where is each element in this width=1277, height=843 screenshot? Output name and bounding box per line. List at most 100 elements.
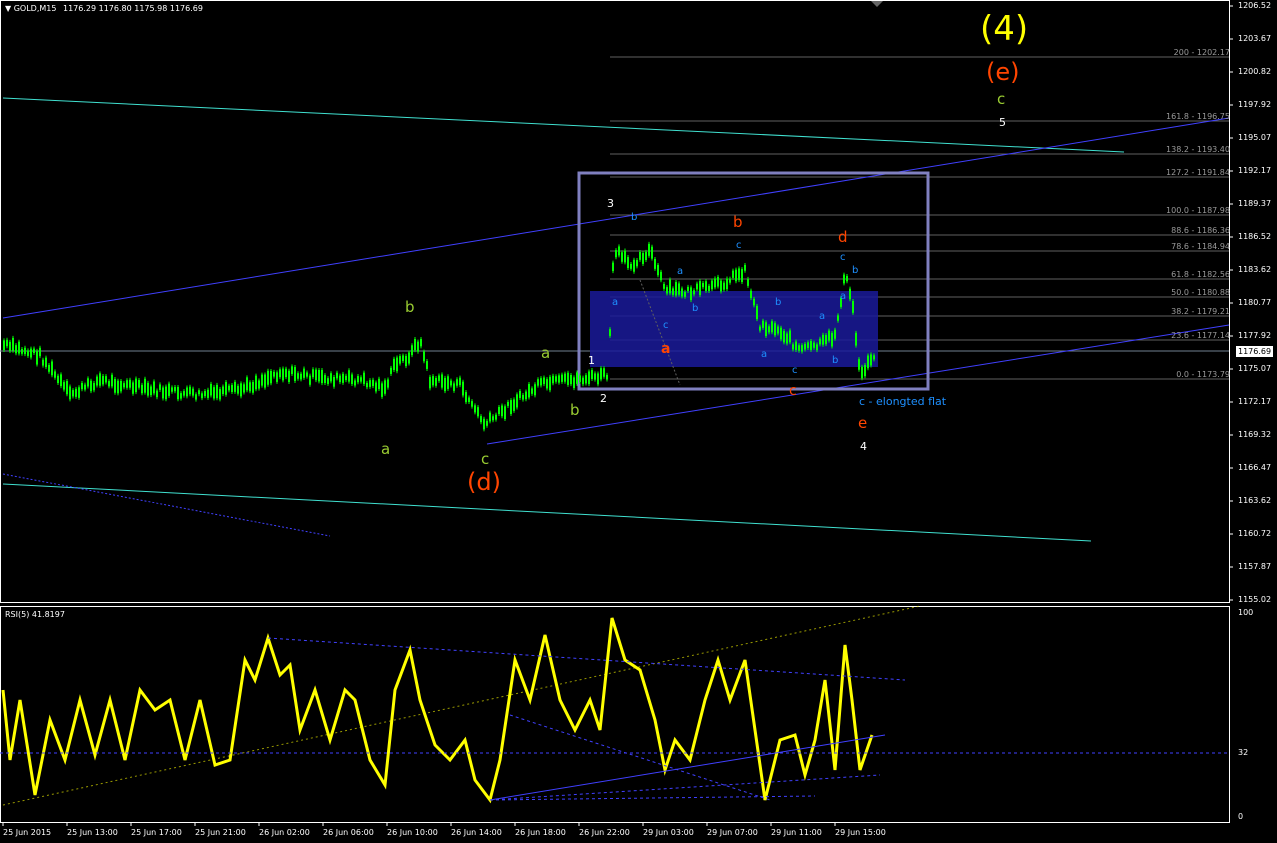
candle-body — [306, 372, 308, 377]
candle-body — [822, 334, 824, 345]
candle-body — [99, 373, 101, 386]
candle-body — [618, 246, 620, 256]
candle-body — [507, 401, 509, 406]
candle-body — [504, 406, 506, 420]
price-axis-label: 1175.07 — [1238, 364, 1272, 373]
candle-body — [312, 369, 314, 378]
candle-body — [60, 374, 62, 387]
price-axis-label: 1163.62 — [1238, 496, 1272, 505]
wave-label-red-b: b — [733, 213, 743, 231]
candle-body — [36, 350, 38, 365]
candle-body — [207, 389, 209, 398]
wave-label-a-mid: a — [541, 344, 551, 362]
price-axis-label: 1166.47 — [1238, 463, 1272, 472]
candle-body — [141, 384, 143, 394]
candle-body — [852, 300, 854, 313]
candle-body — [303, 368, 305, 378]
candle-body — [318, 370, 320, 382]
candle-body — [360, 377, 362, 382]
wave-label-blue-c: c — [663, 320, 669, 331]
candle-body — [786, 333, 788, 344]
wave-label-blue-c: c — [792, 365, 798, 376]
candle-body — [405, 355, 407, 367]
candle-body — [513, 399, 515, 411]
candle-body — [549, 376, 551, 391]
candle-body — [354, 380, 356, 386]
candle-body — [42, 359, 44, 366]
fib-level-label: 38.2 - 1179.21 — [1171, 307, 1230, 316]
candle-body — [759, 326, 761, 331]
candle-body — [768, 326, 770, 333]
candle-body — [552, 375, 554, 384]
price-axis-label: 1195.07 — [1238, 133, 1272, 142]
candle-body — [3, 340, 5, 350]
time-axis-label: 26 Jun 14:00 — [451, 828, 502, 837]
candle-body — [699, 281, 701, 296]
wave-label-red-c: c — [789, 383, 797, 399]
candle-body — [624, 250, 626, 263]
candle-body — [540, 378, 542, 386]
candle-body — [72, 390, 74, 397]
wave-label-blue-b: b — [631, 212, 638, 223]
candle-body — [258, 380, 260, 389]
candle-body — [135, 378, 137, 393]
wave-label-c-low: c — [481, 450, 490, 468]
candle-body — [612, 262, 614, 272]
time-axis-label: 29 Jun 15:00 — [835, 828, 886, 837]
price-axis-label: 1203.67 — [1238, 34, 1272, 43]
candle-body — [126, 380, 128, 388]
candle-body — [201, 393, 203, 399]
candle-body — [93, 383, 95, 391]
wave-label-blue-b: b — [775, 297, 782, 308]
candle-body — [546, 379, 548, 389]
candle-body — [483, 418, 485, 430]
candle-body — [123, 383, 125, 388]
candle-body — [297, 373, 299, 379]
wave-label-blue-a: a — [840, 291, 847, 302]
candle-body — [195, 394, 197, 400]
candle-body — [57, 375, 59, 384]
candle-body — [633, 259, 635, 272]
candle-body — [138, 380, 140, 388]
candle-body — [555, 376, 557, 382]
candle-body — [180, 393, 182, 399]
price-axis-label: 1192.17 — [1238, 166, 1272, 175]
candle-body — [543, 377, 545, 385]
candle-body — [711, 280, 713, 290]
candle-body — [339, 375, 341, 383]
candle-body — [531, 388, 533, 394]
candle-body — [429, 376, 431, 389]
dropdown-arrow-icon[interactable]: ▼ — [5, 4, 11, 13]
fib-level-label: 88.6 - 1186.36 — [1171, 226, 1230, 235]
candle-body — [369, 380, 371, 387]
candle-body — [300, 373, 302, 380]
price-axis-label: 1157.87 — [1238, 562, 1272, 571]
wave-label-blue-c: c — [840, 252, 846, 263]
candle-body — [291, 366, 293, 375]
candle-body — [582, 377, 584, 385]
candle-body — [861, 366, 863, 379]
candle-body — [411, 345, 413, 356]
candle-body — [723, 282, 725, 290]
candle-body — [255, 375, 257, 390]
symbol-header[interactable]: ▼ GOLD,M15 1176.29 1176.80 1175.98 1176.… — [5, 4, 203, 13]
candle-body — [387, 379, 389, 388]
price-axis-label: 1160.72 — [1238, 529, 1272, 538]
wave-label-blue-b: b — [692, 303, 699, 314]
candle-body — [15, 345, 17, 354]
candle-body — [681, 288, 683, 297]
candle-body — [498, 406, 500, 415]
candle-body — [90, 380, 92, 392]
candle-body — [615, 250, 617, 258]
candle-body — [279, 369, 281, 378]
candle-body — [243, 384, 245, 393]
candle-body — [192, 388, 194, 396]
candle-body — [222, 386, 224, 395]
ohlc-values: 1176.29 1176.80 1175.98 1176.69 — [63, 4, 203, 13]
candle-body — [735, 269, 737, 282]
candle-body — [144, 378, 146, 393]
candle-body — [627, 257, 629, 269]
candle-body — [726, 278, 728, 290]
price-axis-label: 1172.17 — [1238, 397, 1272, 406]
candle-body — [117, 380, 119, 394]
